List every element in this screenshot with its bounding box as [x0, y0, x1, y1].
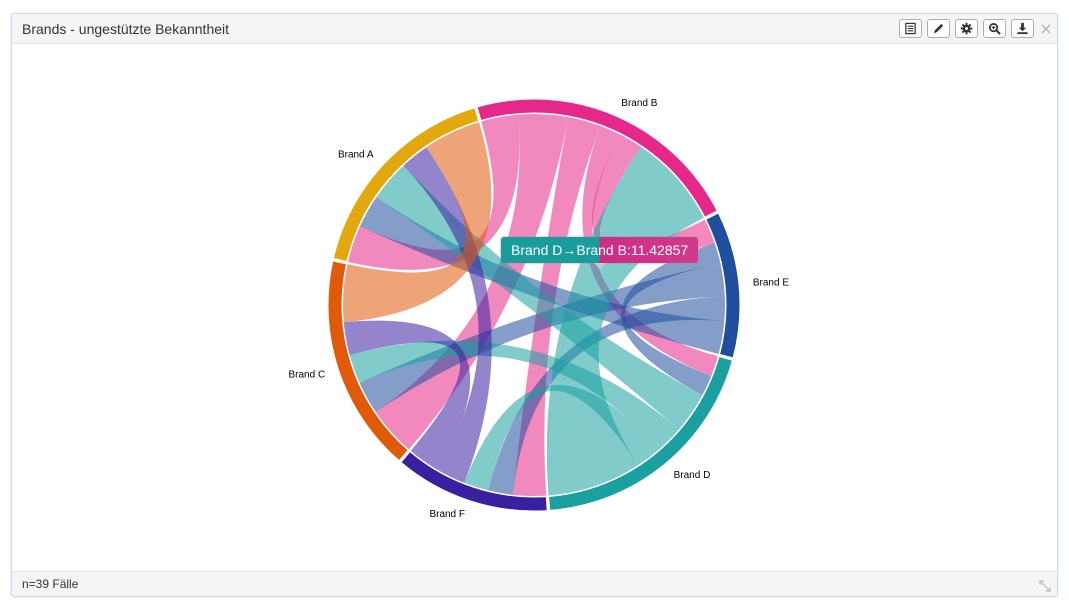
resize-icon[interactable]: [1039, 580, 1051, 592]
case-count: n=39 Fälle: [22, 577, 79, 591]
chord-chart: Brand B Brand E Brand D Brand F Brand C Brand…: [289, 98, 790, 520]
group-label-brand-c: Brand C: [289, 369, 326, 380]
group-label-brand-b: Brand B: [621, 98, 657, 109]
panel-footer: n=39 Fälle: [12, 571, 1057, 596]
group-label-brand-d: Brand D: [674, 470, 711, 481]
group-label-brand-e: Brand E: [753, 278, 789, 289]
group-label-brand-a: Brand A: [338, 149, 374, 160]
chart-panel: Brands - ungestützte Bekanntheit × Brand…: [11, 13, 1058, 597]
chart-tooltip: Brand D→Brand B:11.42857: [501, 237, 699, 269]
ribbons: [343, 114, 725, 497]
group-label-brand-f: Brand F: [429, 509, 465, 520]
